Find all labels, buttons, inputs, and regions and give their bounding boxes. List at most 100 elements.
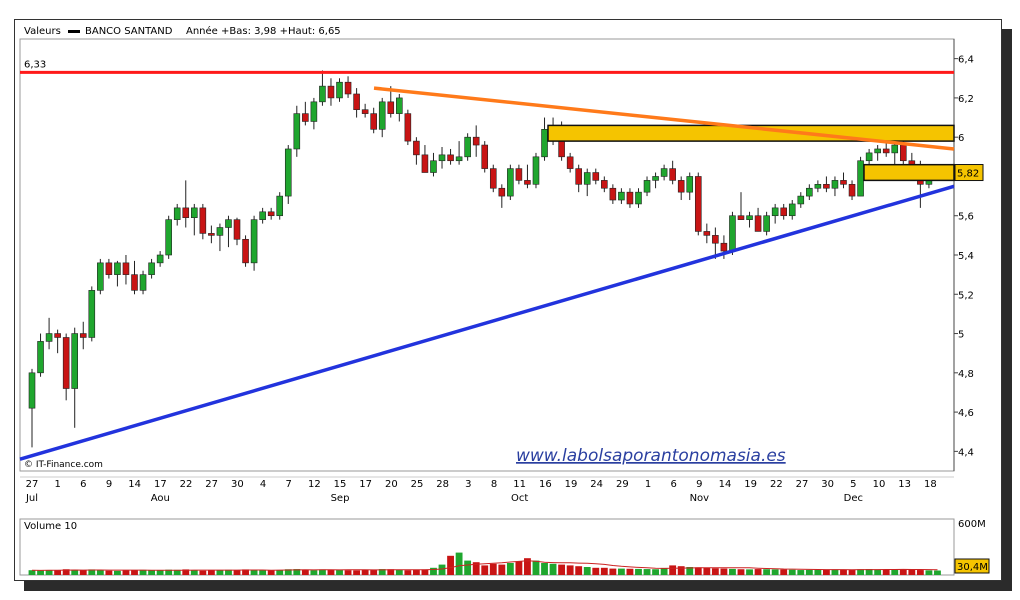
x-tick-label: 30 (231, 479, 244, 490)
candle (524, 180, 531, 185)
candle (609, 187, 617, 201)
volume-bar (156, 570, 164, 575)
x-tick-label: 22 (180, 479, 193, 490)
candle (173, 207, 181, 220)
volume-bar (600, 567, 608, 575)
volume-bar (344, 570, 352, 575)
volume-bar (746, 569, 753, 575)
candle (361, 109, 369, 114)
volume-bar (669, 565, 677, 575)
volume-bar (114, 570, 121, 575)
volume-label: Volume 10 (24, 521, 77, 532)
volume-bar (805, 569, 813, 575)
volume-bar (575, 566, 583, 575)
volume-bar (652, 569, 659, 575)
volume-bar (327, 569, 335, 575)
candle (814, 184, 822, 189)
volume-bar (28, 570, 36, 575)
volume-bar (395, 569, 403, 575)
candle (353, 93, 360, 110)
candle (882, 148, 890, 154)
candle (694, 176, 702, 232)
volume-bar (370, 570, 378, 575)
candle (327, 85, 335, 99)
candle (156, 254, 164, 264)
volume-bar (763, 569, 771, 575)
volume-bar (96, 570, 104, 575)
x-tick-label: 25 (411, 479, 424, 490)
month-label: Oct (511, 493, 528, 504)
volume-bar (797, 570, 805, 575)
volume-bar (916, 570, 924, 575)
candle (746, 215, 753, 220)
candle (618, 191, 625, 201)
last-price-label: 5,82 (957, 169, 979, 180)
candle (592, 172, 600, 181)
candle (37, 341, 44, 374)
candle (660, 168, 668, 177)
x-tick-label: 6 (670, 479, 676, 490)
y-tick-label: 6,2 (958, 94, 974, 105)
candle (677, 180, 685, 193)
candle (532, 156, 540, 185)
volume-bar (899, 569, 907, 575)
uptrend-line (19, 184, 955, 461)
volume-bar (780, 569, 788, 575)
resistance-label: 6,33 (24, 59, 46, 70)
candle (421, 154, 429, 173)
candle (498, 187, 506, 197)
candle (233, 219, 241, 240)
candle (396, 97, 403, 114)
candle (191, 207, 198, 218)
x-tick-label: 17 (154, 479, 167, 490)
candle (507, 168, 514, 197)
y-tick-label: 5,6 (958, 212, 974, 223)
candle (583, 172, 591, 185)
candle (737, 215, 745, 220)
candle (319, 85, 326, 103)
x-tick-label: 13 (898, 479, 911, 490)
volume-bar (822, 569, 830, 575)
volume-bar (301, 569, 309, 575)
volume-bar (754, 569, 762, 575)
y-tick-label: 6 (958, 133, 964, 144)
volume-bar (148, 570, 156, 575)
candle (857, 160, 864, 197)
candle (310, 101, 318, 122)
candle (729, 215, 736, 252)
candle (28, 372, 36, 409)
candle (541, 129, 548, 158)
candle (840, 180, 847, 185)
volume-bar (788, 569, 796, 575)
candle (259, 211, 266, 220)
x-tick-label: 8 (491, 479, 497, 490)
x-tick-label: 10 (873, 479, 886, 490)
x-tick-label: 27 (205, 479, 218, 490)
candle (797, 195, 805, 205)
x-tick-label: 18 (924, 479, 937, 490)
candle (712, 235, 719, 244)
volume-bar (583, 567, 591, 575)
volume-bar (831, 569, 839, 575)
candle (182, 207, 190, 218)
candle (899, 144, 907, 162)
volume-bar (404, 570, 412, 575)
y-tick-label: 4,6 (958, 408, 974, 419)
volume-bar (37, 570, 44, 575)
candle (874, 148, 881, 154)
candle (62, 337, 70, 389)
candle (387, 101, 395, 114)
candle (720, 242, 728, 252)
volume-bar (353, 570, 361, 575)
candle (45, 333, 53, 342)
volume-bar (874, 569, 882, 575)
volume-bar (259, 570, 267, 575)
candle (79, 333, 87, 338)
month-label: Nov (690, 493, 710, 504)
candle (754, 215, 762, 232)
candle (831, 180, 839, 189)
candle (413, 140, 420, 156)
y-tick-label: 5,2 (958, 290, 974, 301)
watermark-link: www.labolsaporantonomasia.es (516, 446, 786, 466)
candle (71, 333, 79, 389)
